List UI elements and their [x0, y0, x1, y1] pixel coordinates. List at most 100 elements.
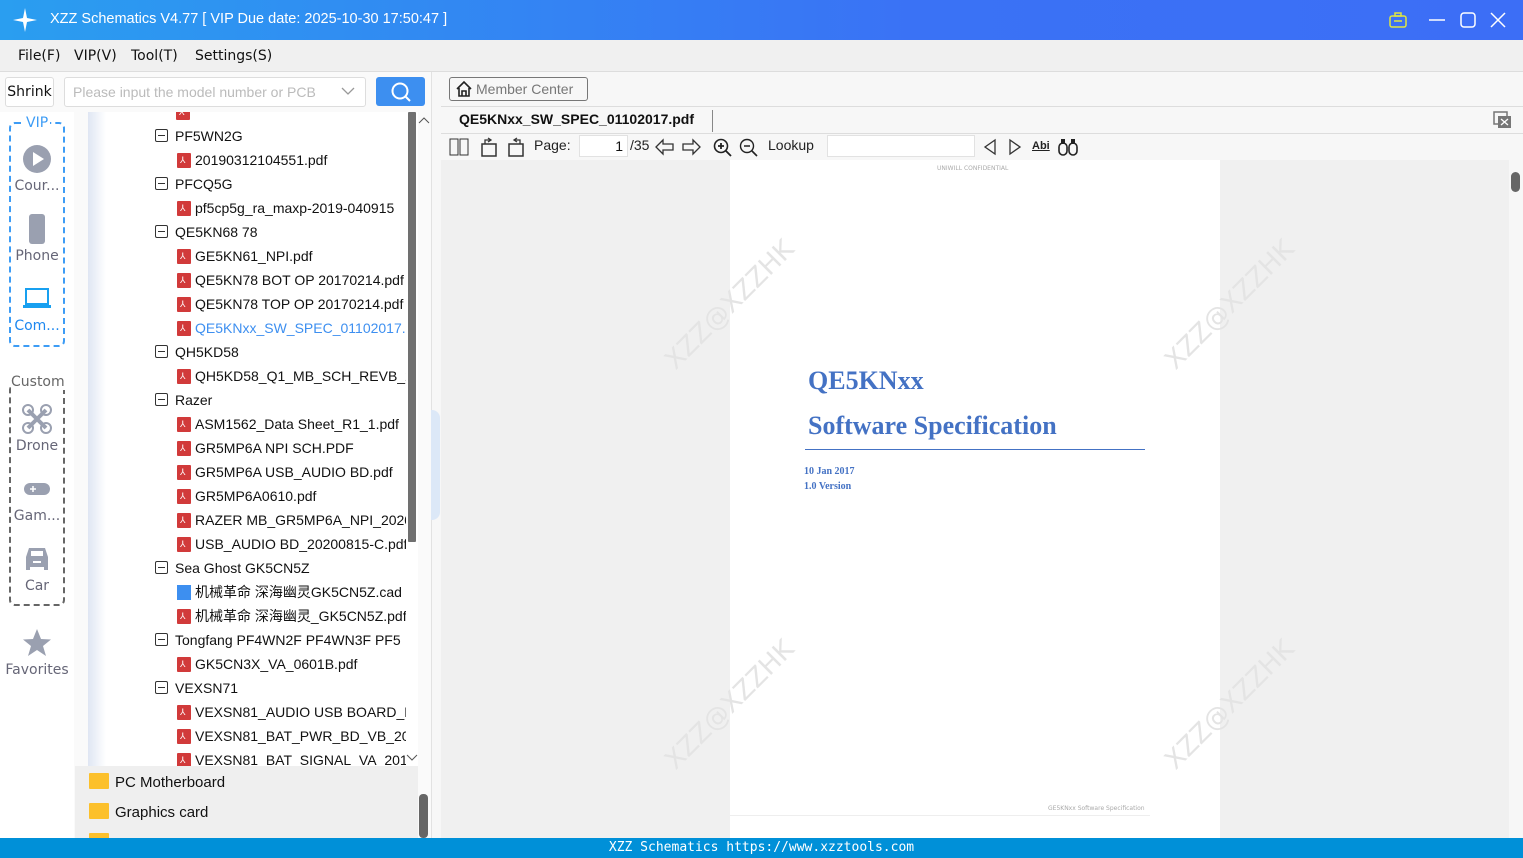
sidebar-item-computer[interactable]: Com... — [0, 284, 74, 334]
collapse-icon[interactable] — [155, 393, 168, 406]
chevron-down-icon[interactable] — [341, 86, 355, 96]
category-scrollbar[interactable] — [419, 794, 428, 838]
vip-briefcase-icon[interactable] — [1389, 12, 1407, 28]
folder-icon — [89, 803, 109, 819]
tree-item-label: QE5KN68 78 — [175, 224, 258, 240]
tree-file[interactable]: GE5KN61_NPI.pdf — [88, 244, 406, 268]
lookup-input[interactable] — [827, 135, 975, 157]
sidebar-item-drone[interactable]: Drone — [0, 404, 74, 454]
tree-file[interactable]: GR5MP6A NPI SCH.PDF — [88, 436, 406, 460]
tree-folder[interactable]: PF5WN2G — [88, 124, 406, 148]
next-page-icon[interactable] — [681, 138, 701, 156]
tab-document[interactable]: QE5KNxx_SW_SPEC_01102017.pdf — [459, 111, 694, 127]
tree-folder[interactable]: PFCQ5G — [88, 172, 406, 196]
tree-item-label: Razer — [175, 392, 213, 408]
custom-group-label: Custom — [11, 374, 65, 390]
zoom-out-icon[interactable] — [739, 138, 759, 158]
tree-file[interactable]: QE5KN78 BOT OP 20170214.pdf — [88, 268, 406, 292]
collapse-icon[interactable] — [155, 561, 168, 574]
collapse-icon[interactable] — [155, 129, 168, 142]
menu-file[interactable]: File(F) — [18, 48, 60, 64]
sidebar-item-courses[interactable]: Cour... — [0, 144, 74, 194]
doc-subtitle: Software Specification — [808, 411, 1057, 440]
doc-footer-rule — [730, 815, 1150, 816]
tree-file[interactable]: 20190312104551.pdf — [88, 148, 406, 172]
close-tab-icon[interactable] — [1493, 111, 1513, 129]
pdf-icon — [177, 460, 191, 484]
two-page-icon[interactable] — [449, 138, 469, 156]
left-pane: Shrink Please input the model number or … — [0, 72, 432, 838]
page-number-input[interactable]: 1 — [579, 135, 628, 157]
collapse-icon[interactable] — [155, 177, 168, 190]
find-next-icon[interactable] — [1008, 138, 1022, 156]
tree-file[interactable]: pf5cp5g_ra_maxp-2019-040915 — [88, 196, 406, 220]
tree-file[interactable]: VEXSN81_BAT_SIGNAL_VA_2016 — [88, 748, 406, 766]
collapse-icon[interactable] — [155, 681, 168, 694]
tree-folder[interactable]: Tongfang PF4WN2F PF4WN3F PF5 — [88, 628, 406, 652]
shrink-button[interactable]: Shrink — [5, 77, 54, 107]
tree-item-label: RAZER MB_GR5MP6A_NPI_2020 — [195, 512, 406, 528]
tree-item-label: pf5cp5g_ra_maxp-2019-040915 — [195, 200, 395, 216]
tree-folder[interactable]: QH5KD58 — [88, 340, 406, 364]
collapse-icon[interactable] — [155, 225, 168, 238]
tree-file[interactable]: 机械革命 深海幽灵GK5CN5Z.cad — [88, 580, 406, 604]
tree-file[interactable]: VEXSN81_AUDIO USB BOARD_R — [88, 700, 406, 724]
search-button[interactable] — [376, 77, 425, 106]
scroll-up-icon[interactable] — [418, 116, 430, 124]
gamepad-icon — [24, 483, 50, 495]
binoculars-icon[interactable] — [1058, 138, 1078, 156]
tree-item-label: QE5KNxx_SW_SPEC_01102017.pdf — [195, 320, 406, 336]
pdf-icon — [177, 364, 191, 388]
match-case-button[interactable]: Abi — [1032, 140, 1050, 152]
category-pc-motherboard[interactable]: PC Motherboard — [89, 773, 225, 791]
tree-folder[interactable]: Sea Ghost GK5CN5Z — [88, 556, 406, 580]
rotate-left-icon[interactable] — [479, 137, 499, 157]
tree-file[interactable]: RAZER MB_GR5MP6A_NPI_2020 — [88, 508, 406, 532]
sidebar-item-car[interactable]: Car — [0, 544, 74, 594]
sidebar-item-label: Phone — [15, 248, 59, 264]
collapse-icon[interactable] — [155, 633, 168, 646]
tree-file[interactable]: QE5KN78 TOP OP 20170214.pdf — [88, 292, 406, 316]
close-icon[interactable] — [1489, 11, 1507, 29]
tree-file[interactable]: QE5KNxx_SW_SPEC_01102017.pdf — [88, 316, 406, 340]
tree-folder[interactable]: Razer — [88, 388, 406, 412]
sidebar-item-games[interactable]: Gam... — [0, 474, 74, 524]
tree-file[interactable]: GR5MP6A USB_AUDIO BD.pdf — [88, 460, 406, 484]
pdf-page-area[interactable]: UNIWILL CONFIDENTIAL XZZ@XZZHK XZZ@XZZHK… — [441, 160, 1509, 838]
scroll-down-icon[interactable] — [406, 754, 418, 762]
tree-file[interactable]: QH5KD58_Q1_MB_SCH_REVB_20 — [88, 364, 406, 388]
watermark: XZZ@XZZHK — [659, 634, 801, 776]
find-previous-icon[interactable] — [983, 138, 997, 156]
drone-icon — [22, 404, 52, 434]
zoom-in-icon[interactable] — [713, 138, 733, 158]
tree-file[interactable]: VEXSN81_BAT_PWR_BD_VB_201 — [88, 724, 406, 748]
sidebar-item-phone[interactable]: Phone — [0, 214, 74, 264]
sidebar-item-label: Gam... — [13, 508, 61, 524]
menu-tool[interactable]: Tool(T) — [131, 48, 178, 64]
tree-file[interactable]: USB_AUDIO BD_20200815-C.pdf — [88, 532, 406, 556]
pdf-icon — [176, 112, 190, 124]
pdf-scrollbar[interactable] — [1511, 172, 1520, 192]
tree-file[interactable]: GK5CN3X_VA_0601B.pdf — [88, 652, 406, 676]
model-search-input[interactable]: Please input the model number or PCB — [64, 77, 366, 107]
sidebar-item-favorites[interactable]: Favorites — [0, 628, 74, 678]
tree-file[interactable]: ASM1562_Data Sheet_R1_1.pdf — [88, 412, 406, 436]
menu-settings[interactable]: Settings(S) — [195, 48, 272, 64]
tree-file[interactable]: 机械革命 深海幽灵_GK5CN5Z.pdf — [88, 604, 406, 628]
maximize-icon[interactable] — [1459, 11, 1477, 29]
tree-item-label: USB_AUDIO BD_20200815-C.pdf — [195, 536, 406, 552]
tree-folder[interactable]: QE5KN68 78 — [88, 220, 406, 244]
cad-file-icon — [177, 585, 191, 600]
doc-date: 10 Jan 2017 — [804, 466, 855, 477]
previous-page-icon[interactable] — [655, 138, 675, 156]
rotate-right-icon[interactable] — [506, 137, 526, 157]
splitter-handle[interactable] — [431, 410, 440, 520]
tree-scrollbar[interactable] — [408, 112, 416, 542]
menu-vip[interactable]: VIP(V) — [74, 48, 117, 64]
collapse-icon[interactable] — [155, 345, 168, 358]
tree-file[interactable]: GR5MP6A0610.pdf — [88, 484, 406, 508]
tree-folder[interactable]: VEXSN71 — [88, 676, 406, 700]
member-center-button[interactable]: Member Center — [449, 77, 588, 101]
minimize-icon[interactable] — [1428, 12, 1446, 28]
category-graphics-card[interactable]: Graphics card — [89, 803, 208, 821]
